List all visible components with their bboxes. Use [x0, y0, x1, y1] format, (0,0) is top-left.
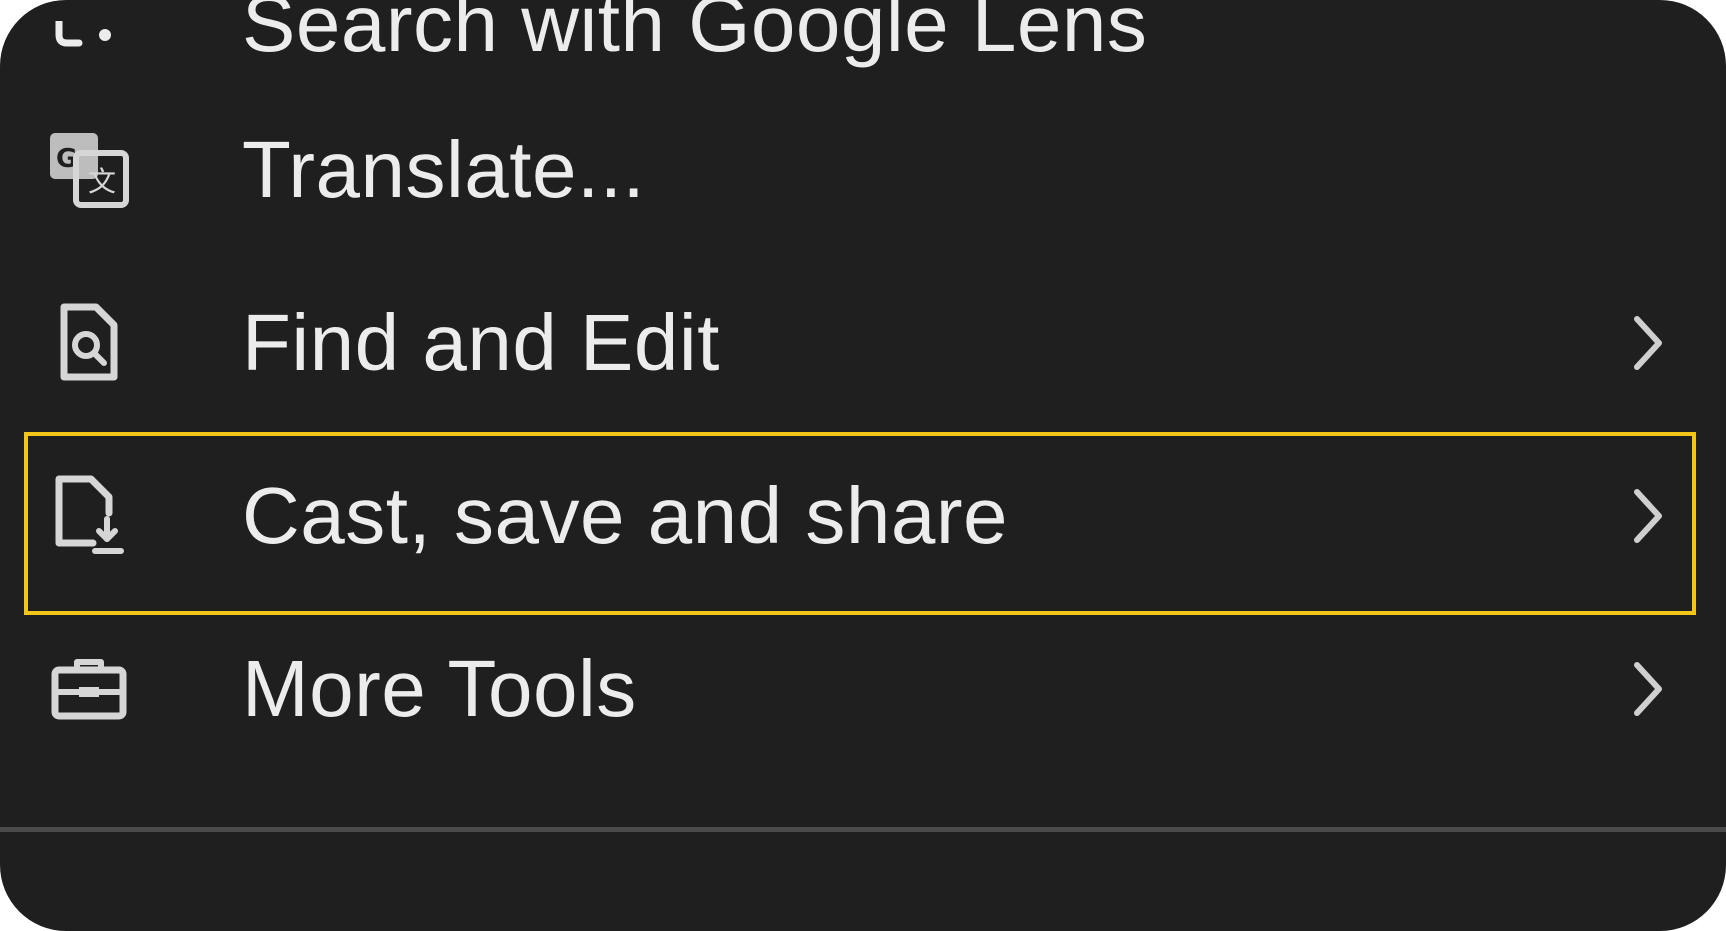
menu-item-search-with-google-lens[interactable]: Search with Google Lens — [0, 0, 1726, 88]
chevron-right-icon — [1628, 486, 1668, 546]
find-in-page-icon — [44, 298, 134, 388]
context-menu: Search with Google Lens G 文 Translate... — [0, 0, 1726, 931]
menu-item-label: More Tools — [242, 644, 637, 733]
google-lens-icon — [44, 0, 134, 86]
chevron-right-icon — [1628, 313, 1668, 373]
menu-item-more-tools[interactable]: More Tools — [0, 614, 1726, 764]
toolbox-icon — [44, 644, 134, 734]
menu-divider — [0, 827, 1726, 832]
menu-item-label: Search with Google Lens — [242, 0, 1148, 68]
menu-item-label: Find and Edit — [242, 298, 720, 387]
chevron-right-icon — [1628, 659, 1668, 719]
menu-item-cast-save-and-share[interactable]: Cast, save and share — [0, 441, 1726, 591]
menu-item-translate[interactable]: G 文 Translate... — [0, 95, 1726, 245]
menu-item-label: Translate... — [242, 125, 646, 214]
save-file-icon — [44, 471, 134, 561]
menu-item-label: Cast, save and share — [242, 471, 1008, 560]
menu-item-find-and-edit[interactable]: Find and Edit — [0, 268, 1726, 418]
svg-text:文: 文 — [88, 165, 116, 198]
translate-icon: G 文 — [44, 125, 134, 215]
